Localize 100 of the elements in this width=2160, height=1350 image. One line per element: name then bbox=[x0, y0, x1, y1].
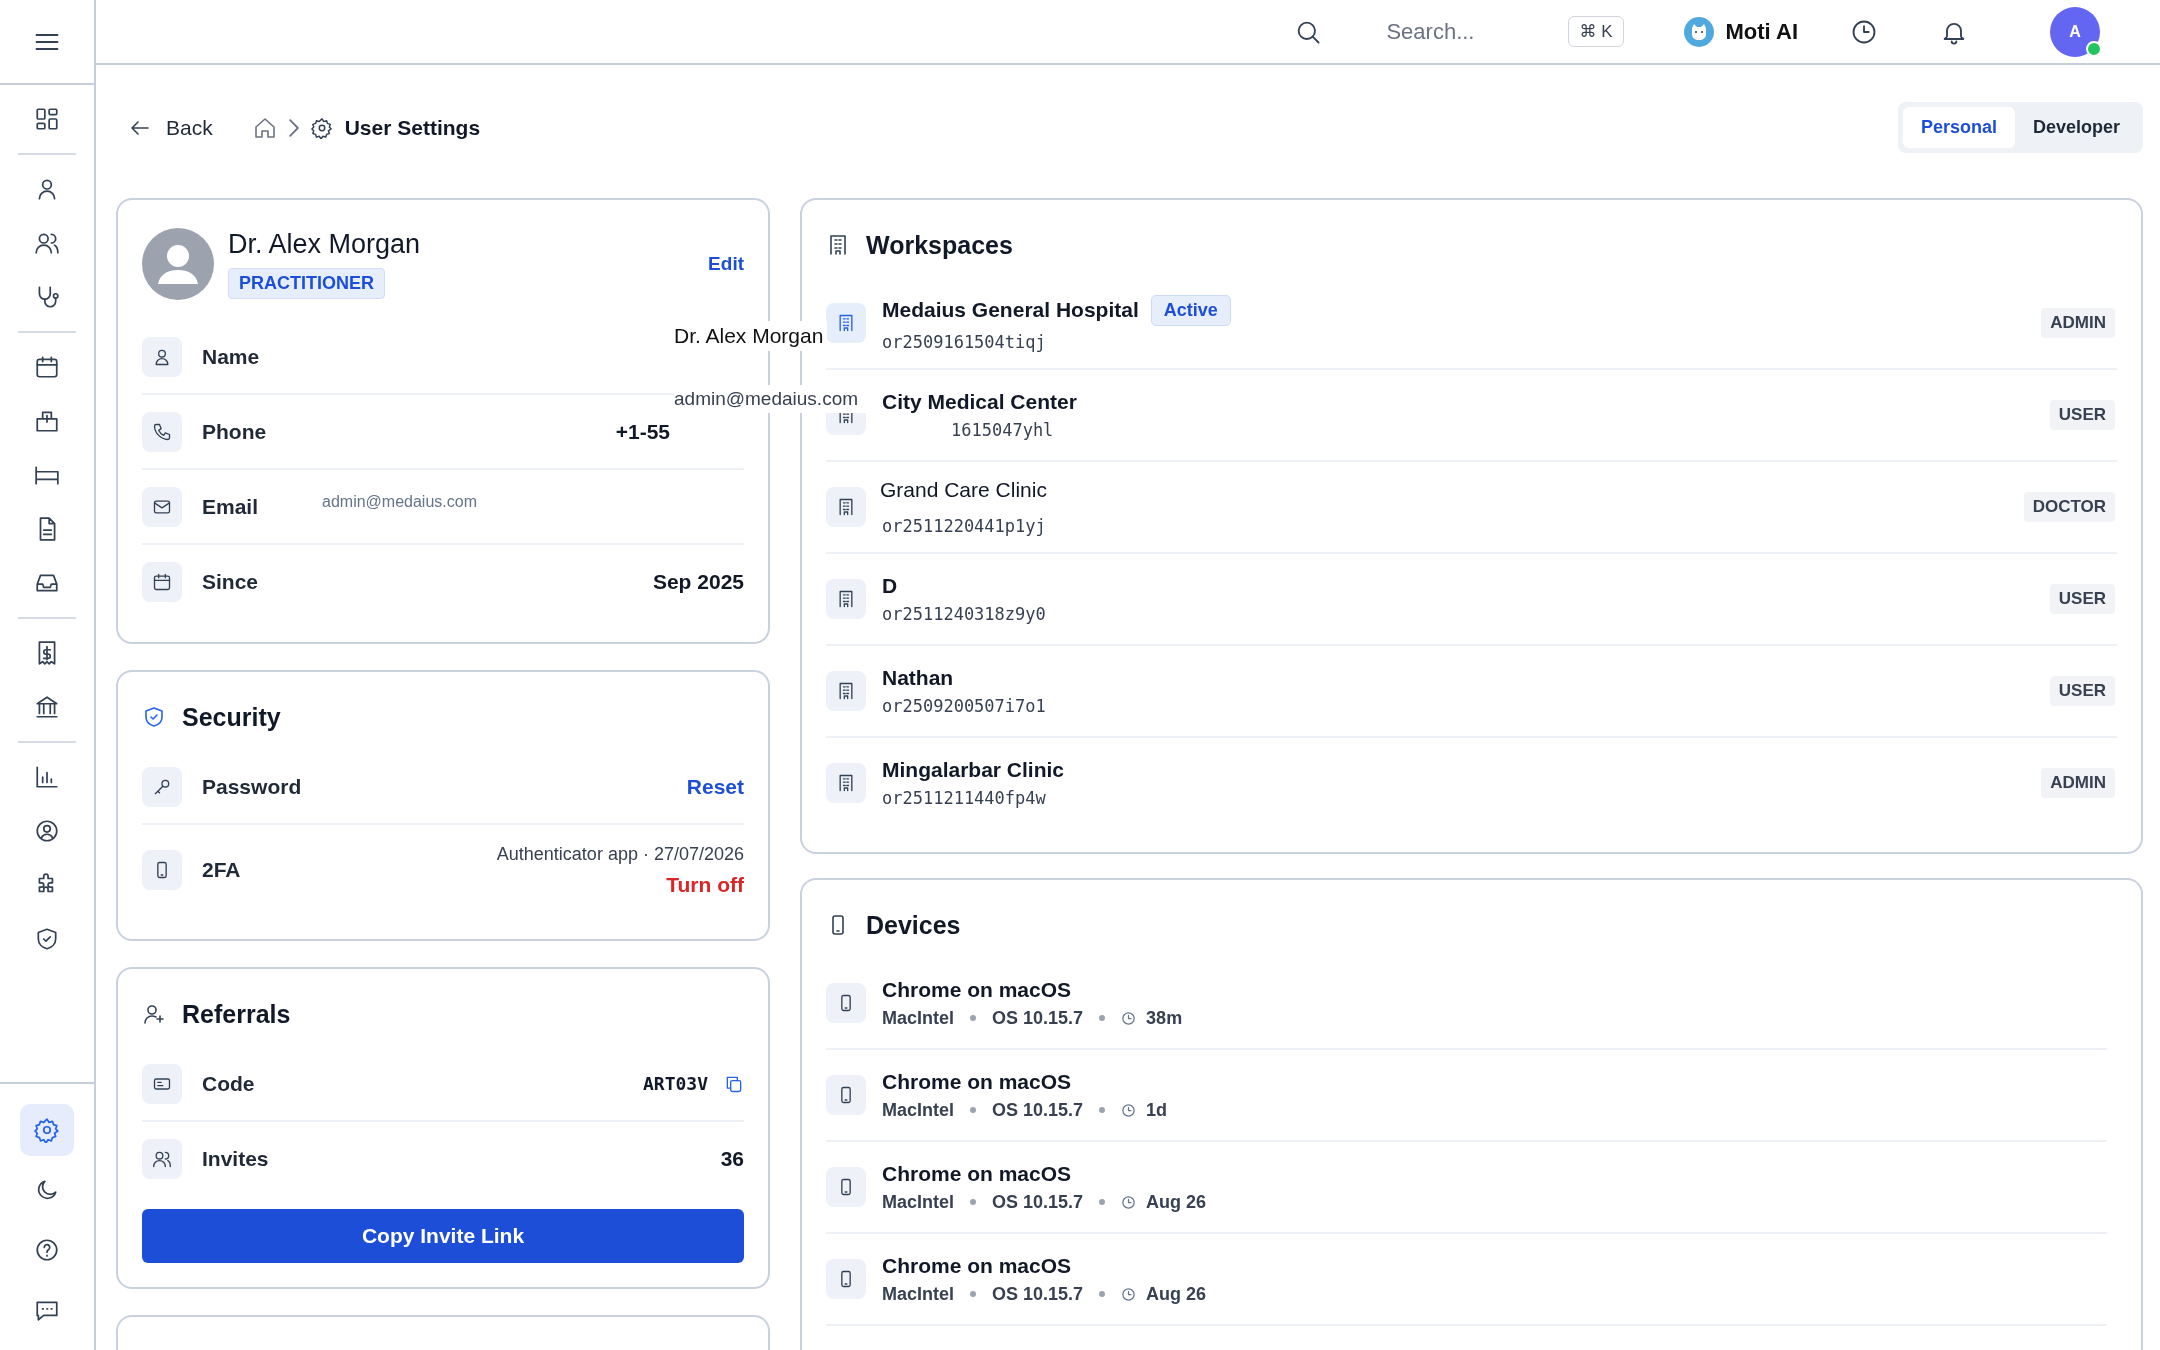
workspace-id: or2509161504tiqj bbox=[882, 331, 1047, 352]
referral-code: ART03V bbox=[642, 1073, 708, 1094]
separator-dot bbox=[970, 1107, 977, 1113]
calendar-icon bbox=[142, 561, 182, 602]
workspace-id: or2511220441p1yj bbox=[882, 516, 1047, 536]
reset-link[interactable]: Reset bbox=[686, 774, 744, 799]
phone-icon bbox=[826, 1167, 866, 1207]
device-os: OS 10.15.7 bbox=[992, 1283, 1084, 1305]
mode-tab[interactable]: Developer bbox=[2014, 107, 2138, 148]
workspace-id: or2511211440fp4w bbox=[882, 788, 1047, 808]
role-badge: DOCTOR bbox=[2023, 492, 2115, 522]
device-name: Chrome on macOS bbox=[882, 977, 1073, 1002]
shortcut-key: ⌘ K bbox=[1568, 16, 1624, 47]
avatar-icon bbox=[142, 228, 214, 300]
avatar[interactable]: A bbox=[2050, 6, 2100, 57]
settings-icon[interactable] bbox=[20, 1104, 74, 1156]
separator-dot bbox=[970, 1015, 977, 1021]
card-title: Referrals bbox=[182, 999, 291, 1029]
device-platform: MacIntel bbox=[882, 1099, 955, 1121]
workspace-name: D bbox=[882, 574, 898, 598]
field-value: admin@medaius.com bbox=[322, 492, 477, 511]
mode-tab[interactable]: Personal bbox=[1902, 107, 2015, 148]
role-badge: PRACTITIONER bbox=[228, 268, 385, 299]
device-name: Chrome on macOS bbox=[882, 1069, 1073, 1094]
device-os: OS 10.15.7 bbox=[992, 1191, 1084, 1213]
separator-dot bbox=[1099, 1291, 1106, 1297]
device-name: Chrome on macOS bbox=[882, 1161, 1073, 1186]
device-platform: MacIntel bbox=[882, 1191, 955, 1213]
field-label: Phone bbox=[202, 419, 268, 444]
online-dot bbox=[2086, 40, 2102, 57]
role-badge: USER bbox=[2049, 400, 2115, 430]
last-seen: Aug 26 bbox=[1146, 1191, 1207, 1213]
role-badge: ADMIN bbox=[2041, 308, 2115, 338]
field-label: Since bbox=[202, 569, 260, 594]
mail-icon bbox=[142, 486, 182, 527]
back-link[interactable]: Back bbox=[128, 115, 213, 140]
workspace-id: or2509200507i7o1 bbox=[882, 696, 1047, 716]
field-label: 2FA bbox=[202, 858, 242, 882]
field-label: Name bbox=[202, 344, 261, 369]
workspace-name: Nathan bbox=[882, 666, 954, 690]
workspace-name: Grand Care Clinic bbox=[880, 478, 1047, 502]
role-badge: USER bbox=[2049, 584, 2115, 614]
ticket-icon bbox=[142, 1063, 182, 1104]
workspace-id: 1615047yhl bbox=[950, 420, 1055, 440]
separator-dot bbox=[970, 1199, 977, 1205]
field-label: Invites bbox=[202, 1146, 270, 1171]
user-icon bbox=[142, 336, 182, 377]
device-os: OS 10.15.7 bbox=[992, 1099, 1084, 1121]
separator-dot bbox=[1099, 1107, 1106, 1113]
phone-icon bbox=[826, 1075, 866, 1115]
field-label: Code bbox=[202, 1071, 256, 1096]
clock-icon bbox=[1121, 1102, 1137, 1118]
role-badge: ADMIN bbox=[2041, 768, 2115, 798]
card-title: Workspaces bbox=[866, 230, 1013, 260]
edit-link[interactable]: Edit bbox=[708, 253, 744, 275]
device-platform: MacIntel bbox=[882, 1007, 955, 1029]
key-icon bbox=[142, 766, 182, 807]
separator-dot bbox=[970, 1291, 977, 1297]
turn-off-link[interactable]: Turn off bbox=[666, 872, 744, 897]
field-value: +1-55 bbox=[615, 419, 670, 444]
settings-icon bbox=[310, 116, 333, 139]
clock-icon bbox=[1121, 1010, 1137, 1026]
device-os: OS 10.15.7 bbox=[992, 1007, 1084, 1029]
last-seen: 1d bbox=[1146, 1099, 1168, 1121]
phone-icon bbox=[826, 983, 866, 1023]
clock-icon bbox=[1121, 1286, 1137, 1302]
workspace-name: Mingalarbar Clinic bbox=[882, 758, 1065, 782]
phone-icon bbox=[142, 850, 182, 890]
workspace-name: Medaius General Hospital bbox=[882, 298, 1139, 322]
role-badge: USER bbox=[2049, 676, 2115, 706]
assistant-button[interactable]: Moti AI bbox=[1683, 16, 1798, 47]
chevron-icon bbox=[288, 118, 299, 137]
profile-name: Dr. Alex Morgan bbox=[228, 229, 421, 260]
users-icon bbox=[142, 1138, 182, 1179]
field-detail: Authenticator app · 27/07/2026 bbox=[496, 843, 744, 865]
device-platform: MacIntel bbox=[882, 1283, 955, 1305]
phone-icon bbox=[826, 1259, 866, 1299]
home-icon[interactable] bbox=[252, 115, 277, 140]
card-title: Devices bbox=[866, 910, 961, 940]
separator-dot bbox=[1099, 1015, 1106, 1021]
status-badge: Active bbox=[1150, 294, 1231, 326]
field-value: Sep 2025 bbox=[652, 569, 744, 594]
workspace-name: City Medical Center bbox=[882, 390, 1077, 414]
field-label: Password bbox=[202, 774, 303, 799]
user-plus-icon bbox=[142, 1002, 166, 1026]
clock-icon bbox=[1121, 1194, 1137, 1210]
shield-icon bbox=[142, 705, 166, 729]
device-name: Chrome on macOS bbox=[882, 1253, 1073, 1278]
last-seen: 38m bbox=[1146, 1007, 1183, 1029]
field-label: Email bbox=[202, 494, 260, 519]
workspace-id: or2511240318z9y0 bbox=[882, 604, 1047, 624]
last-seen: Aug 26 bbox=[1146, 1283, 1207, 1305]
cat-logo bbox=[1683, 16, 1714, 47]
page-title: User Settings bbox=[344, 115, 481, 140]
copy-invite-button[interactable]: Copy Invite Link bbox=[142, 1209, 744, 1263]
separator-dot bbox=[1099, 1199, 1106, 1205]
floating-label: Dr. Alex Morgan bbox=[674, 321, 828, 351]
card-title: Security bbox=[182, 702, 281, 732]
phone-icon bbox=[142, 411, 182, 452]
field-value: 36 bbox=[720, 1146, 744, 1171]
